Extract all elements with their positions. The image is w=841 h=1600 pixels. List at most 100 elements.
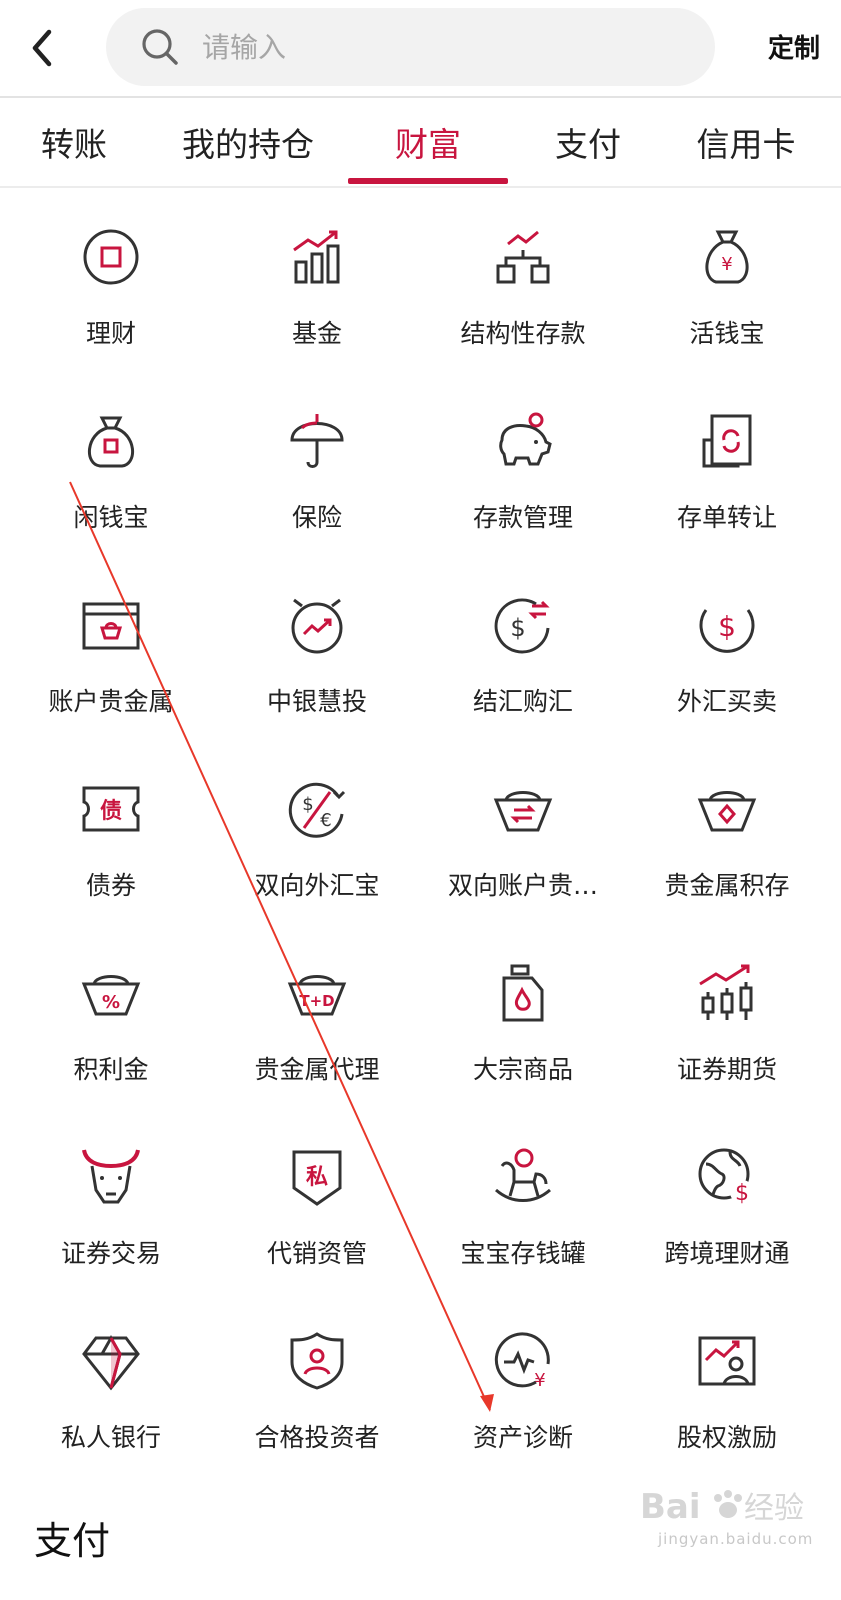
globe-dollar-icon: $ [698,1148,754,1206]
baidu-paw-icon: Bai 经验 [640,1487,804,1527]
bond-ticket-icon: 债 [82,786,140,832]
structured-deposit-icon [496,230,550,284]
grid-item-jilijin[interactable]: % 积利金 [6,924,216,1111]
grid-item-structured-deposit[interactable]: 结构性存款 [418,188,628,375]
grid-item-label: 闲钱宝 [73,503,149,532]
bull-icon [82,1149,140,1204]
grid-item-label: 跨境理财通 [664,1239,790,1268]
grid-item-label: 代销资管 [266,1239,367,1268]
grid-item-deposit-management[interactable]: 存款管理 [418,372,628,559]
private-shield-icon: 私 [292,1150,342,1206]
grid-item-commodities[interactable]: 大宗商品 [418,924,628,1111]
wealth-management-icon [83,229,139,285]
tab-payment[interactable]: 支付 [508,98,668,186]
tab-wealth[interactable]: 财富 [348,98,508,186]
gold-card-icon [82,602,140,650]
grid-item-label: 存款管理 [472,503,573,532]
svg-text:$: $ [735,1181,749,1206]
section-title-payment: 支付 [34,1519,111,1563]
grid-item-bocsmart-invest[interactable]: 中银慧投 [212,556,422,743]
svg-text:债: 债 [100,799,122,824]
grid-item-label: 证券交易 [60,1239,161,1268]
grid-item-bidirectional-precious-metal[interactable]: 双向账户贵… [418,740,628,927]
diamond-icon [82,1334,140,1391]
svg-text:¥: ¥ [721,254,732,275]
umbrella-icon [290,414,344,468]
dollar-euro-icon: $ € [288,782,346,838]
grid-item-baby-piggy-bank[interactable]: 宝宝存钱罐 [418,1108,628,1295]
grid-item-label: 账户贵金属 [48,687,174,716]
grid-item-label: 存单转让 [676,503,777,532]
svg-text:$: $ [718,610,736,643]
tab-holdings[interactable]: 我的持仓 [168,98,328,186]
svg-text:T+D: T+D [299,992,334,1010]
grid-item-account-precious-metal[interactable]: 账户贵金属 [6,556,216,743]
grid-item-securities-trading[interactable]: 证券交易 [6,1108,216,1295]
grid-item-label: 结构性存款 [460,319,586,348]
grid-item-fx-trading[interactable]: $ 外汇买卖 [622,556,832,743]
grid-item-label: 理财 [85,319,136,348]
equity-incentive-icon [698,1336,756,1386]
money-bag-coin-icon [87,416,135,468]
grid-item-label: 宝宝存钱罐 [460,1239,586,1268]
tab-transfer[interactable]: 转账 [0,98,154,186]
grid-item-label: 贵金属代理 [254,1055,380,1084]
rocking-horse-icon [495,1148,551,1202]
grid-item-label: 资产诊断 [472,1423,573,1452]
candlestick-icon [699,964,753,1020]
grid-item-agency-asset-management[interactable]: 私 代销资管 [212,1108,422,1295]
grid-item-label: 保险 [291,503,342,532]
grid-item-fund[interactable]: 基金 [212,188,422,375]
grid-item-licai[interactable]: 理财 [6,188,216,375]
oil-can-icon [502,964,544,1022]
dollar-exchange-icon: $ [494,598,550,654]
grid-item-label: 私人银行 [60,1423,161,1452]
grid-item-precious-metal-agency[interactable]: T+D 贵金属代理 [212,924,422,1111]
grid-item-label: 大宗商品 [472,1055,573,1084]
grid-item-label: 外汇买卖 [676,687,777,716]
gold-ingot-exchange-icon [493,791,553,832]
grid-item-label: 双向账户贵… [447,871,598,900]
watermark-url: jingyan.baidu.com [658,1530,814,1548]
grid-item-fx-settlement[interactable]: $ 结汇购汇 [418,556,628,743]
grid-item-huoqianbao[interactable]: ¥ 活钱宝 [622,188,832,375]
active-tab-indicator [348,178,508,184]
grid-item-qualified-investor[interactable]: 合格投资者 [212,1292,422,1479]
grid-item-cross-border-wmc[interactable]: $ 跨境理财通 [622,1108,832,1295]
svg-text:$: $ [510,614,525,642]
grid-item-bidirectional-fx[interactable]: $ € 双向外汇宝 [212,740,422,927]
back-button[interactable] [18,24,66,72]
shield-user-icon [290,1332,344,1390]
svg-text:%: % [102,992,120,1013]
gold-ingot-percent-icon: % [81,975,141,1016]
wealth-services-grid: 理财 基金 结构性存款 ¥ 活钱宝 闲钱宝 保险 存款管理 存单转让 账户贵金属… [0,188,841,1508]
grid-item-private-banking[interactable]: 私人银行 [6,1292,216,1479]
svg-text:¥: ¥ [534,1370,545,1391]
top-bar: 定制 [0,0,841,98]
grid-item-label: 活钱宝 [689,319,765,348]
grid-item-equity-incentive[interactable]: 股权激励 [622,1292,832,1479]
grid-item-insurance[interactable]: 保险 [212,372,422,559]
search-input[interactable] [202,30,642,64]
customize-button[interactable]: 定制 [768,28,820,65]
tab-credit-card[interactable]: 信用卡 [666,98,826,186]
grid-item-securities-futures[interactable]: 证券期货 [622,924,832,1111]
grid-item-label: 债券 [85,871,136,900]
grid-item-bond[interactable]: 债 债券 [6,740,216,927]
gold-ingot-diamond-icon [697,791,757,832]
svg-text:经验: 经验 [744,1491,804,1526]
grid-item-xianqianbao[interactable]: 闲钱宝 [6,372,216,559]
search-bar[interactable] [106,8,715,86]
grid-item-precious-metal-accumulation[interactable]: 贵金属积存 [622,740,832,927]
alarm-trend-icon [291,598,343,654]
fund-chart-icon [293,230,340,284]
chevron-left-icon [32,29,52,67]
grid-item-asset-diagnosis[interactable]: ¥ 资产诊断 [418,1292,628,1479]
grid-item-label: 基金 [291,319,342,348]
svg-text:$: $ [302,794,313,815]
grid-item-label: 结汇购汇 [472,687,573,716]
grid-item-cd-transfer[interactable]: 存单转让 [622,372,832,559]
grid-item-label: 股权激励 [676,1423,777,1452]
gold-ingot-td-icon: T+D [287,975,347,1016]
baidu-watermark: Bai 经验 jingyan.baidu.com [640,1476,830,1576]
